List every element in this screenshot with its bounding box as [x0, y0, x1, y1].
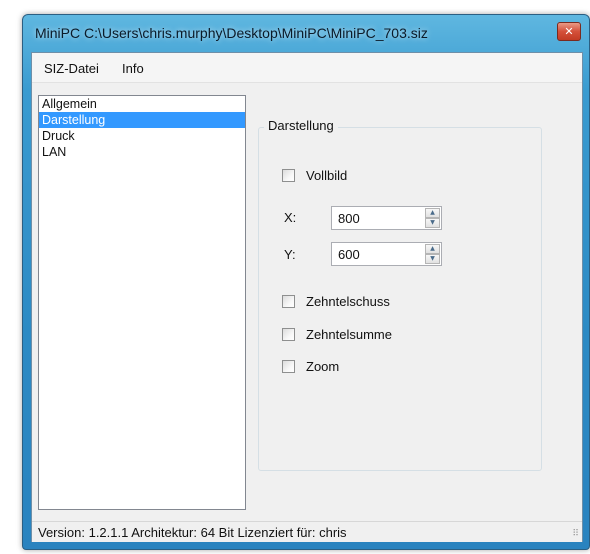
zehntelsumme-label: Zehntelsumme	[306, 327, 392, 342]
vollbild-label: Vollbild	[306, 168, 348, 183]
chevron-down-icon: ▼	[430, 219, 435, 226]
x-spin-down-button[interactable]: ▼	[425, 218, 440, 228]
menu-info[interactable]: Info	[122, 61, 144, 76]
title-bar[interactable]: MiniPC C:\Users\chris.murphy\Desktop\Min…	[23, 15, 589, 51]
menu-siz-datei[interactable]: SIZ-Datei	[44, 61, 99, 76]
y-spin-up-button[interactable]: ▲	[425, 244, 440, 254]
status-text: Version: 1.2.1.1 Architektur: 64 Bit Liz…	[38, 525, 347, 540]
desktop-background: MiniPC C:\Users\chris.murphy\Desktop\Min…	[0, 0, 590, 554]
menu-bar: SIZ-Datei Info	[32, 53, 582, 83]
list-item-darstellung[interactable]: Darstellung	[39, 112, 245, 128]
client-area: SIZ-Datei Info Allgemein Darstellung Dru…	[31, 52, 583, 542]
x-value: 800	[338, 211, 360, 226]
zehntelschuss-label: Zehntelschuss	[306, 294, 390, 309]
zehntelschuss-row[interactable]: Zehntelschuss	[282, 294, 390, 309]
chevron-up-icon: ▲	[430, 245, 435, 252]
chevron-down-icon: ▼	[430, 255, 435, 262]
close-icon: ✕	[564, 25, 574, 38]
app-window: MiniPC C:\Users\chris.murphy\Desktop\Min…	[22, 14, 590, 550]
y-value: 600	[338, 247, 360, 262]
list-item-druck[interactable]: Druck	[39, 128, 245, 144]
zoom-checkbox[interactable]	[282, 360, 295, 373]
vollbild-row[interactable]: Vollbild	[282, 168, 347, 183]
status-bar: Version: 1.2.1.1 Architektur: 64 Bit Liz…	[32, 521, 582, 542]
zoom-row[interactable]: Zoom	[282, 359, 339, 374]
y-spin-buttons: ▲ ▼	[425, 244, 440, 264]
zehntelsumme-row[interactable]: Zehntelsumme	[282, 327, 392, 342]
chevron-up-icon: ▲	[430, 209, 435, 216]
list-item-lan[interactable]: LAN	[39, 144, 245, 160]
close-button[interactable]: ✕	[557, 22, 581, 41]
window-title: MiniPC C:\Users\chris.murphy\Desktop\Min…	[35, 25, 428, 41]
zehntelschuss-checkbox[interactable]	[282, 295, 295, 308]
y-label: Y:	[284, 247, 296, 262]
x-spinbox[interactable]: 800 ▲ ▼	[331, 206, 442, 230]
vollbild-checkbox[interactable]	[282, 169, 295, 182]
zoom-label: Zoom	[306, 359, 340, 374]
x-spin-buttons: ▲ ▼	[425, 208, 440, 228]
x-label: X:	[284, 210, 297, 225]
zehntelsumme-checkbox[interactable]	[282, 328, 295, 341]
list-item-allgemein[interactable]: Allgemein	[39, 96, 245, 112]
y-spinbox[interactable]: 600 ▲ ▼	[331, 242, 442, 266]
y-spin-down-button[interactable]: ▼	[425, 254, 440, 264]
x-spin-up-button[interactable]: ▲	[425, 208, 440, 218]
category-list[interactable]: Allgemein Darstellung Druck LAN	[38, 95, 246, 510]
resize-grip-icon[interactable]: ⠿	[572, 530, 579, 539]
groupbox-title: Darstellung	[264, 118, 338, 133]
